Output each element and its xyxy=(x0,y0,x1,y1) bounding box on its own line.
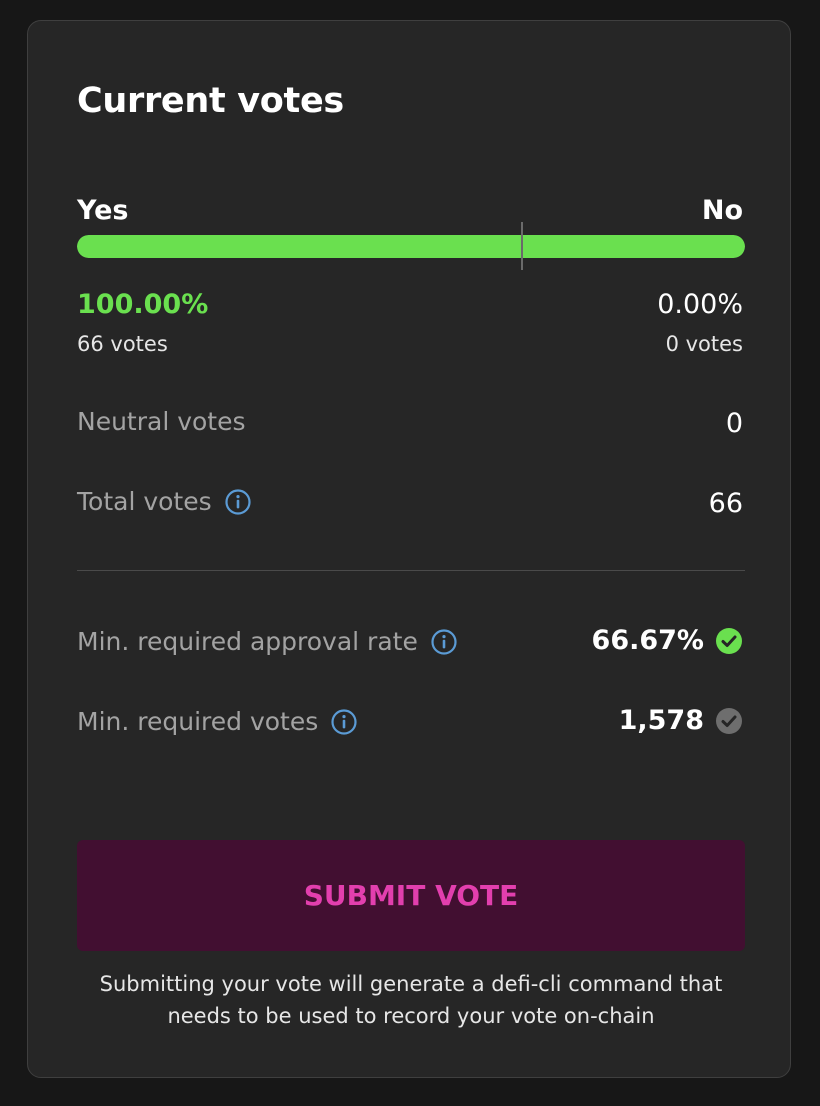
current-votes-card: Current votes Yes No 100.00% 0.00% 66 vo… xyxy=(27,20,791,1078)
info-icon[interactable] xyxy=(224,488,252,516)
total-votes-label-text: Total votes xyxy=(77,487,212,516)
neutral-votes-value: 0 xyxy=(725,408,743,439)
info-icon[interactable] xyxy=(330,708,358,736)
total-votes-label: Total votes xyxy=(77,487,252,517)
total-votes-value: 66 xyxy=(708,488,743,519)
submit-vote-button[interactable]: SUBMIT VOTE xyxy=(77,840,745,951)
section-divider xyxy=(77,570,745,571)
yes-progress-fill xyxy=(77,235,745,258)
yes-label: Yes xyxy=(77,195,129,226)
approval-threshold-marker xyxy=(521,222,524,270)
min-votes-value-row: 1,578 xyxy=(619,706,743,736)
no-label: No xyxy=(701,195,743,226)
approval-rate-label: Min. required approval rate xyxy=(77,627,458,657)
approval-rate-value-row: 66.67% xyxy=(592,626,743,656)
vote-progress-bar xyxy=(77,235,745,258)
yes-percentage: 100.00% xyxy=(77,289,209,320)
no-vote-count: 0 votes xyxy=(665,332,743,356)
info-icon[interactable] xyxy=(430,628,458,656)
min-votes-label: Min. required votes xyxy=(77,707,358,737)
neutral-votes-label-text: Neutral votes xyxy=(77,407,246,436)
no-percentage: 0.00% xyxy=(657,289,743,320)
card-title: Current votes xyxy=(77,81,344,121)
check-circle-icon xyxy=(715,627,743,655)
min-votes-label-text: Min. required votes xyxy=(77,707,319,736)
check-circle-icon xyxy=(715,707,743,735)
approval-rate-value: 66.67% xyxy=(591,625,704,656)
submit-note: Submitting your vote will generate a def… xyxy=(99,972,723,1028)
min-votes-value: 1,578 xyxy=(618,705,704,736)
approval-rate-label-text: Min. required approval rate xyxy=(77,627,418,656)
neutral-votes-label: Neutral votes xyxy=(77,407,246,437)
yes-vote-count: 66 votes xyxy=(77,332,168,356)
